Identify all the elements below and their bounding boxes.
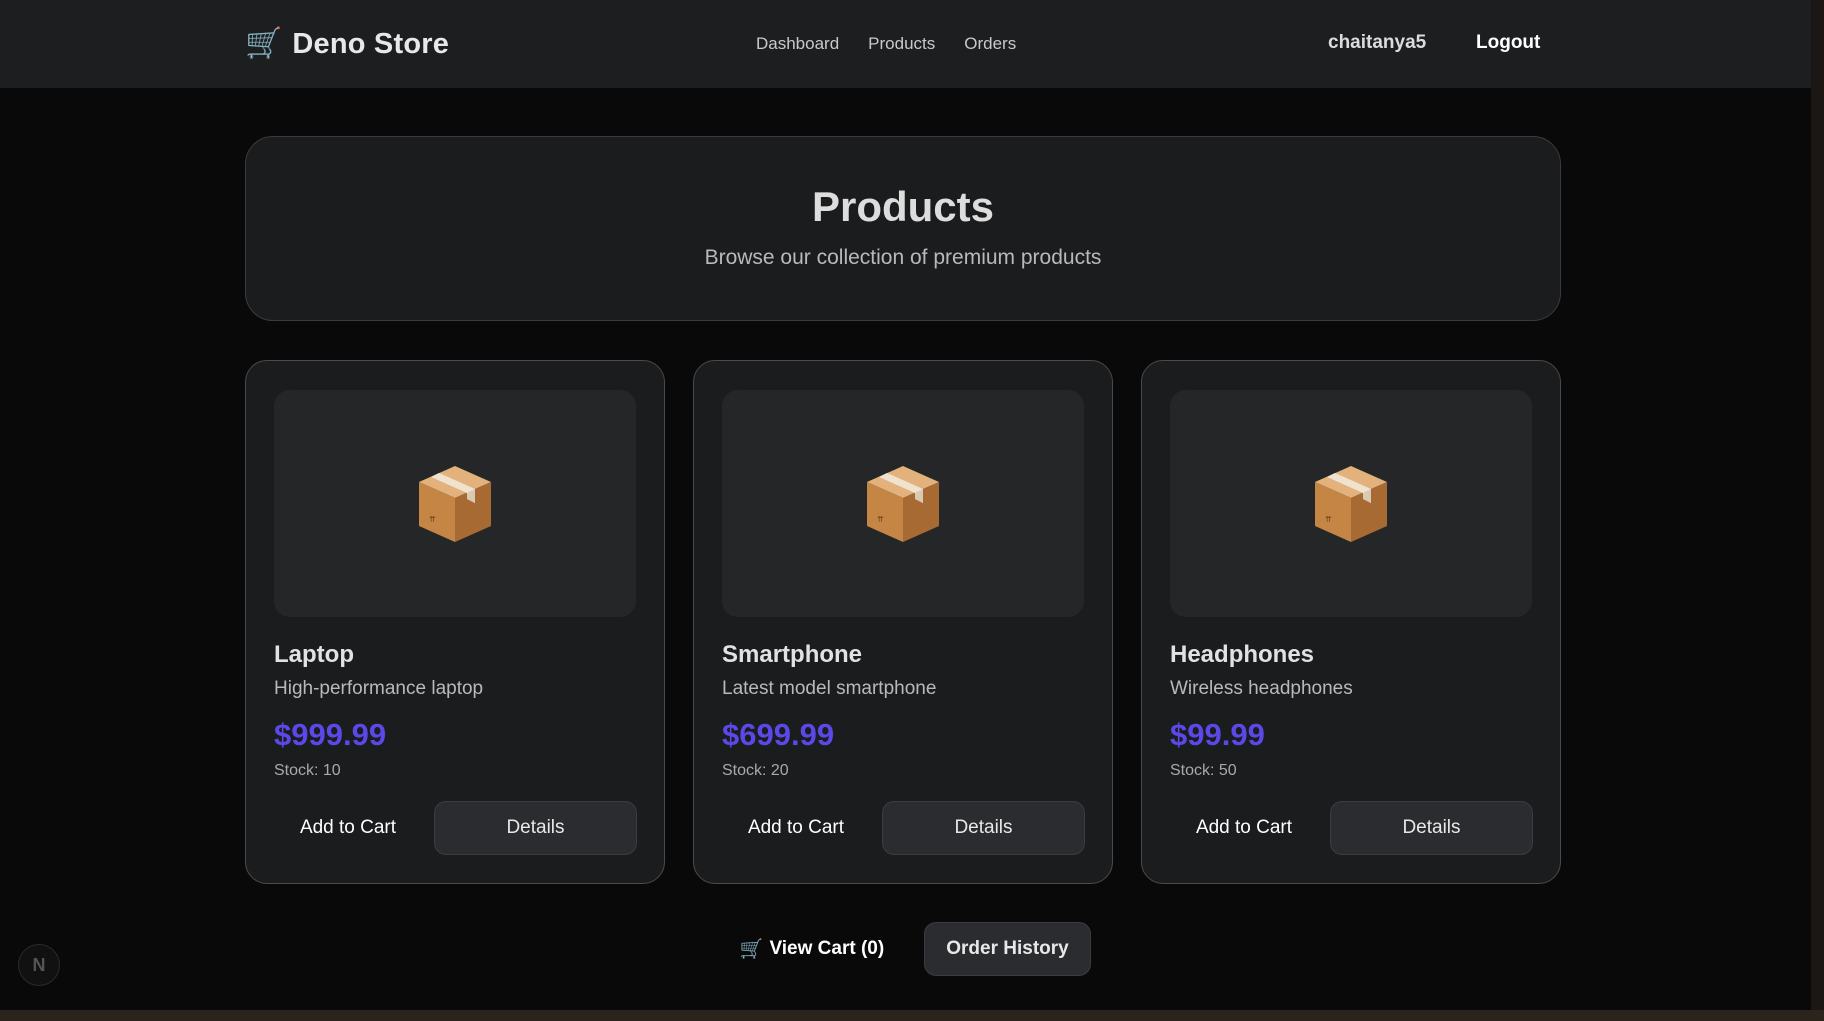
next-logo-letter: N bbox=[32, 954, 46, 975]
svg-text:⇈: ⇈ bbox=[877, 515, 884, 524]
nav-orders-link[interactable]: Orders bbox=[964, 34, 1016, 54]
brand-logo[interactable]: 🛒 Deno Store bbox=[245, 26, 449, 62]
page-title: Products bbox=[811, 183, 995, 230]
page-header-panel: Products Browse our collection of premiu… bbox=[245, 136, 1561, 321]
product-image: ⇈ bbox=[722, 390, 1084, 617]
product-stock: Stock: 20 bbox=[722, 762, 789, 779]
page-subtitle: Browse our collection of premium product… bbox=[704, 246, 1102, 269]
next-logo-icon[interactable]: N bbox=[18, 944, 60, 986]
product-description: Latest model smartphone bbox=[722, 678, 937, 699]
product-image: ⇈ bbox=[1170, 390, 1532, 617]
app-viewport: 🛒 Deno Store Dashboard Products Orders c… bbox=[0, 0, 1811, 1010]
product-card-smartphone: ⇈ Smartphone Latest model smartphone $69… bbox=[693, 360, 1113, 884]
nav-products-link[interactable]: Products bbox=[868, 34, 935, 54]
shopping-cart-icon: 🛒 bbox=[739, 939, 764, 960]
product-description: Wireless headphones bbox=[1170, 678, 1353, 699]
scrollbar-gutter[interactable] bbox=[1811, 0, 1824, 1010]
view-cart-button[interactable]: 🛒 View Cart (0) bbox=[730, 922, 894, 976]
package-icon: ⇈ bbox=[419, 465, 491, 542]
order-history-button[interactable]: Order History bbox=[924, 922, 1091, 976]
username-label: chaitanya5 bbox=[1328, 32, 1427, 53]
product-price: $999.99 bbox=[274, 717, 387, 752]
details-button[interactable]: Details bbox=[1330, 801, 1533, 855]
product-name: Laptop bbox=[274, 641, 354, 668]
product-price: $699.99 bbox=[722, 717, 835, 752]
logout-button[interactable]: Logout bbox=[1476, 32, 1540, 54]
main-nav: Dashboard Products Orders bbox=[756, 32, 1016, 56]
view-cart-label: View Cart (0) bbox=[769, 938, 885, 959]
brand-name: Deno Store bbox=[292, 27, 450, 60]
nav-dashboard-link[interactable]: Dashboard bbox=[756, 34, 839, 54]
add-to-cart-button[interactable]: Add to Cart bbox=[274, 801, 422, 855]
product-price: $99.99 bbox=[1170, 717, 1265, 752]
product-name: Smartphone bbox=[722, 641, 863, 668]
svg-text:⇈: ⇈ bbox=[1325, 515, 1332, 524]
add-to-cart-button[interactable]: Add to Cart bbox=[722, 801, 870, 855]
details-button[interactable]: Details bbox=[882, 801, 1085, 855]
svg-text:⇈: ⇈ bbox=[429, 515, 436, 524]
product-card-laptop: ⇈ Laptop High-performance laptop $999.99… bbox=[245, 360, 665, 884]
shopping-cart-icon: 🛒 bbox=[245, 27, 283, 60]
product-stock: Stock: 10 bbox=[274, 762, 341, 779]
add-to-cart-button[interactable]: Add to Cart bbox=[1170, 801, 1318, 855]
product-image: ⇈ bbox=[274, 390, 636, 617]
package-icon: ⇈ bbox=[867, 465, 939, 542]
product-description: High-performance laptop bbox=[274, 678, 484, 699]
product-card-headphones: ⇈ Headphones Wireless headphones $99.99 … bbox=[1141, 360, 1561, 884]
product-stock: Stock: 50 bbox=[1170, 762, 1237, 779]
package-icon: ⇈ bbox=[1315, 465, 1387, 542]
details-button[interactable]: Details bbox=[434, 801, 637, 855]
product-name: Headphones bbox=[1170, 641, 1315, 668]
top-navbar: 🛒 Deno Store Dashboard Products Orders c… bbox=[0, 0, 1811, 88]
